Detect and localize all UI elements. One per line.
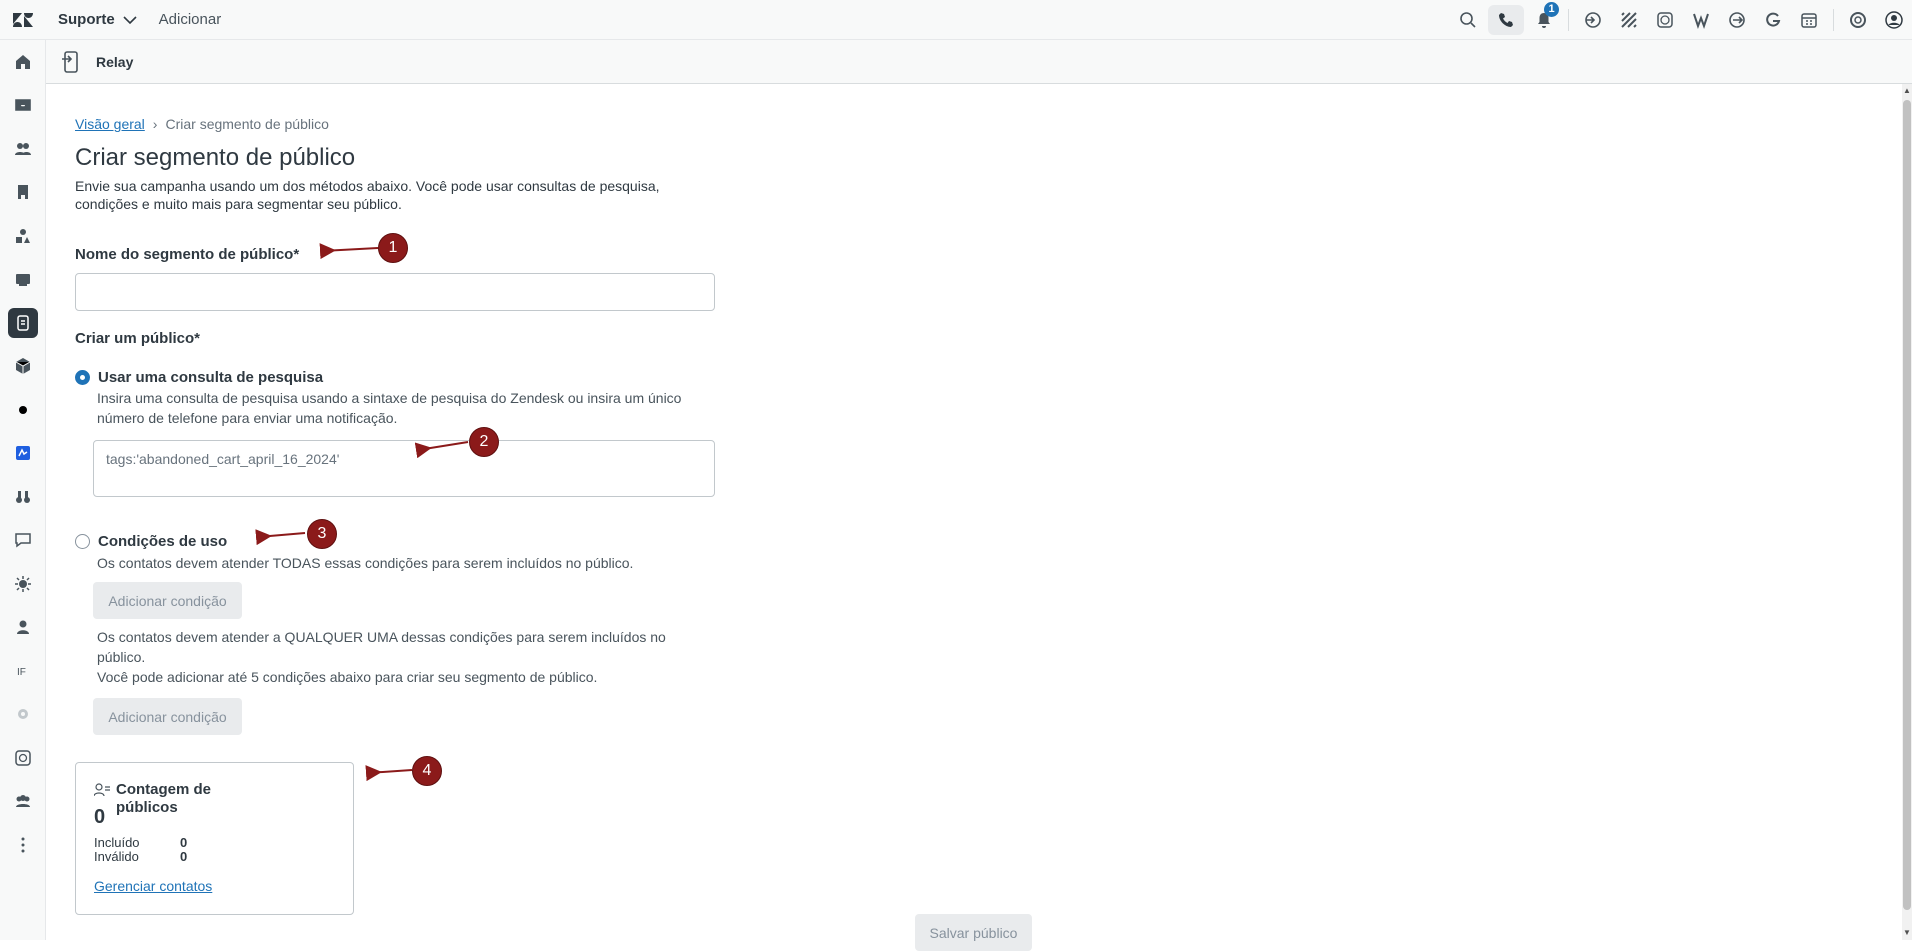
callout-badge-4: 4 <box>412 756 442 786</box>
callout-arrow-3 <box>255 529 306 546</box>
callout-badge-2: 2 <box>469 427 499 457</box>
callout-badge-1: 1 <box>378 233 408 263</box>
callout-arrow-4 <box>365 765 413 782</box>
scroll-up-icon[interactable]: ▲ <box>1902 86 1912 96</box>
callout-badge-3: 3 <box>307 519 337 549</box>
scroll-down-icon[interactable]: ▼ <box>1902 928 1912 938</box>
callout-arrow-1 <box>319 243 379 260</box>
annotation-arrows <box>255 243 469 782</box>
callout-arrow-2 <box>414 441 469 459</box>
page-scrollbar[interactable]: ▲ ▼ <box>1902 84 1912 940</box>
scrollbar-thumb[interactable] <box>1903 100 1911 910</box>
